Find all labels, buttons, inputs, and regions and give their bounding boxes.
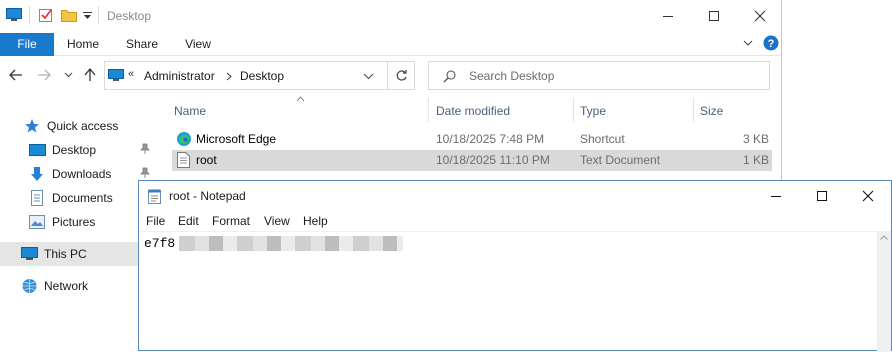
notepad-title: root - Notepad [169, 189, 246, 203]
pin-icon[interactable] [140, 143, 150, 155]
navigation-bar: « Administrator Desktop Search Desktop [0, 57, 781, 95]
file-type: Shortcut [580, 132, 625, 146]
notepad-minimize-button[interactable] [753, 180, 799, 212]
file-name: Microsoft Edge [196, 132, 277, 146]
search-icon [443, 70, 456, 83]
notepad-titlebar: root - Notepad [139, 181, 892, 211]
breadcrumb-separator-icon[interactable] [226, 72, 232, 81]
column-header-size[interactable]: Size [700, 101, 723, 123]
menu-file[interactable]: File [146, 214, 165, 228]
file-type: Text Document [580, 153, 661, 167]
customize-toolbar-icon[interactable] [83, 12, 92, 20]
file-name: root [196, 153, 217, 167]
refresh-icon [396, 70, 407, 81]
pin-icon[interactable] [140, 167, 150, 179]
documents-icon [28, 189, 46, 207]
help-icon[interactable]: ? [763, 35, 779, 51]
file-row-root[interactable]: root 10/18/2025 11:10 PM Text Document 1… [172, 150, 772, 171]
sidebar-item-quick-access[interactable]: Quick access [0, 114, 170, 138]
notepad-icon[interactable] [148, 189, 162, 204]
scroll-up-icon[interactable] [880, 235, 888, 240]
search-box[interactable]: Search Desktop [428, 61, 770, 90]
up-arrow-icon[interactable] [84, 68, 96, 82]
pictures-icon [28, 213, 46, 231]
pc-icon[interactable] [6, 8, 22, 22]
search-placeholder: Search Desktop [469, 69, 555, 83]
menu-format[interactable]: Format [212, 214, 250, 228]
forward-arrow-icon[interactable] [37, 69, 51, 81]
refresh-button[interactable] [388, 61, 415, 90]
column-header-type[interactable]: Type [580, 101, 606, 123]
redacted-text [179, 236, 403, 251]
notepad-close-button[interactable] [845, 180, 891, 212]
tab-home[interactable]: Home [58, 33, 108, 56]
breadcrumb-administrator[interactable]: Administrator [144, 69, 215, 83]
text-file-icon [177, 152, 190, 168]
pc-icon [108, 69, 124, 82]
minimize-button[interactable] [645, 0, 691, 32]
new-folder-icon[interactable] [61, 8, 77, 22]
notepad-maximize-button[interactable] [799, 180, 845, 212]
pc-icon [20, 245, 38, 263]
sidebar-item-desktop[interactable]: Desktop [0, 138, 170, 162]
menu-edit[interactable]: Edit [178, 214, 199, 228]
explorer-titlebar: Desktop [0, 0, 781, 33]
desktop-folder-icon [28, 141, 46, 159]
svg-text:?: ? [768, 38, 775, 50]
address-overflow-chevron[interactable]: « [128, 68, 134, 80]
window-title: Desktop [107, 9, 152, 23]
notepad-menubar: File Edit Format View Help [139, 211, 892, 231]
close-button[interactable] [737, 0, 781, 32]
column-header-name[interactable]: Name [174, 101, 206, 123]
expand-ribbon-icon[interactable] [743, 39, 753, 47]
file-row-microsoft-edge[interactable]: Microsoft Edge 10/18/2025 7:48 PM Shortc… [172, 129, 772, 150]
breadcrumb-desktop[interactable]: Desktop [240, 69, 284, 83]
file-date: 10/18/2025 7:48 PM [436, 132, 545, 146]
edge-icon [176, 131, 192, 147]
tab-file[interactable]: File [0, 33, 54, 56]
sort-ascending-icon [296, 96, 305, 102]
ribbon-tabs: File Home Share View ? [0, 33, 781, 56]
address-history-dropdown-icon[interactable] [363, 73, 374, 80]
file-size: 3 KB [743, 132, 770, 146]
network-icon [20, 277, 38, 295]
vertical-scrollbar[interactable] [877, 231, 891, 352]
file-size: 1 KB [743, 153, 770, 167]
tab-share[interactable]: Share [117, 33, 167, 56]
download-icon [28, 165, 46, 183]
address-bar[interactable]: « Administrator Desktop [104, 61, 388, 90]
notepad-text-area[interactable]: e7f8 [139, 231, 879, 352]
maximize-button[interactable] [691, 0, 737, 32]
tab-view[interactable]: View [173, 33, 223, 56]
menu-view[interactable]: View [264, 214, 290, 228]
properties-icon[interactable] [38, 7, 54, 23]
menu-help[interactable]: Help [303, 214, 328, 228]
back-arrow-icon[interactable] [9, 69, 23, 81]
recent-locations-icon[interactable] [64, 72, 73, 78]
file-date: 10/18/2025 11:10 PM [436, 153, 550, 167]
column-header-date-modified[interactable]: Date modified [436, 101, 510, 123]
notepad-content: e7f8 [144, 236, 176, 251]
notepad-window: root - Notepad File Edit Format View Hel… [138, 180, 892, 352]
star-icon [23, 117, 41, 135]
